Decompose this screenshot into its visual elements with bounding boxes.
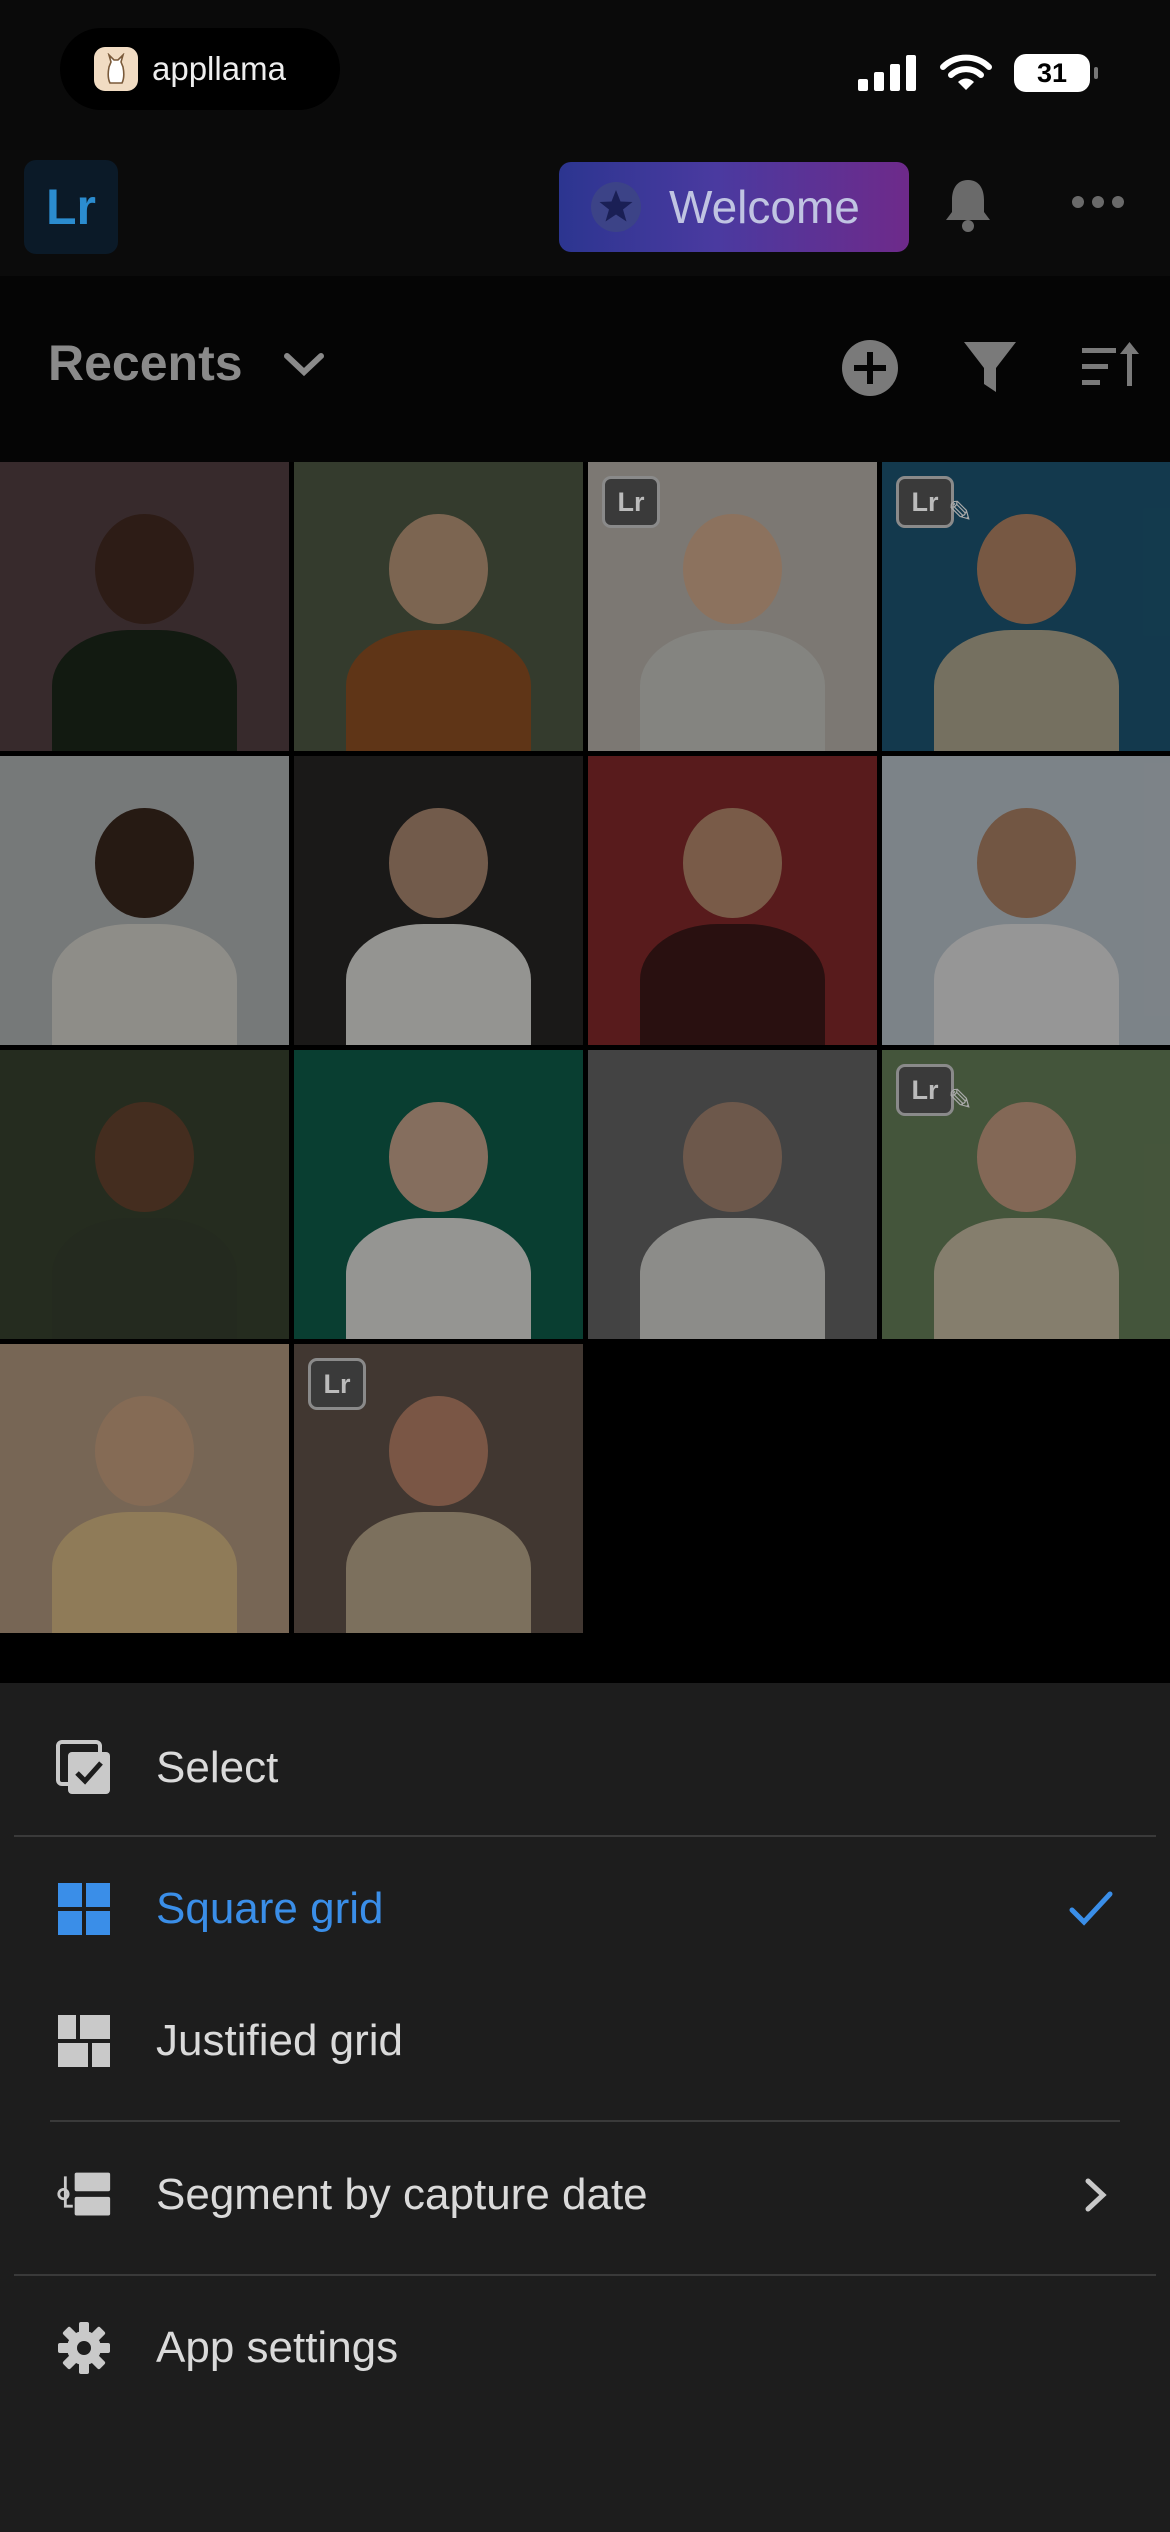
photo-subject-head [95, 514, 194, 624]
view-options-sheet: Select Square grid Justified grid Segmen… [0, 1683, 1170, 2532]
wifi-icon [940, 54, 992, 90]
chevron-down-icon[interactable] [282, 350, 326, 380]
photo-subject-body [346, 1511, 531, 1633]
photo-subject-body [52, 1217, 237, 1339]
photo-subject-body [346, 923, 531, 1045]
photo-subject-body [52, 1511, 237, 1633]
photo-subject-body [346, 629, 531, 751]
menu-item-app-settings[interactable]: App settings [0, 2293, 1170, 2403]
add-photo-icon[interactable] [840, 338, 900, 398]
menu-item-square-grid[interactable]: Square grid [0, 1854, 1170, 1964]
bell-icon[interactable] [940, 174, 996, 234]
photo-subject-head [683, 808, 782, 918]
photo-thumbnail[interactable] [0, 462, 289, 751]
checkmark-icon [1069, 1891, 1113, 1926]
photo-subject-body [346, 1217, 531, 1339]
segment-list-icon [57, 2172, 111, 2216]
llama-logo-icon [94, 47, 138, 91]
segment-label: Segment by capture date [156, 2170, 648, 2219]
divider [14, 2274, 1156, 2276]
photo-subject-head [977, 808, 1076, 918]
photo-grid: Lr Lr Lr Lr [0, 462, 1170, 1633]
select-label: Select [156, 1743, 279, 1792]
more-options-icon[interactable] [1070, 194, 1126, 210]
menu-item-select[interactable]: Select [0, 1713, 1170, 1823]
filter-icon[interactable] [962, 338, 1018, 398]
divider [14, 1835, 1156, 1837]
photo-subject-head [95, 1396, 194, 1506]
photo-subject-head [95, 1102, 194, 1212]
photo-subject-head [95, 808, 194, 918]
lightroom-badge: Lr [602, 476, 660, 528]
photo-subject-body [934, 923, 1119, 1045]
photo-thumbnail[interactable] [294, 1050, 583, 1339]
photo-subject-head [683, 1102, 782, 1212]
welcome-button[interactable]: Welcome [559, 162, 909, 252]
app-header: Lr Welcome [0, 150, 1170, 276]
lightroom-edited-badge: Lr [896, 1064, 973, 1118]
library-toolbar: Recents [0, 276, 1170, 462]
square-grid-label: Square grid [156, 1884, 384, 1933]
photo-thumbnail[interactable] [0, 756, 289, 1045]
photo-subject-body [934, 629, 1119, 751]
photo-subject-head [977, 1102, 1076, 1212]
photo-subject-head [389, 1396, 488, 1506]
photo-subject-head [389, 1102, 488, 1212]
app-settings-label: App settings [156, 2323, 399, 2372]
select-checkbox-icon [56, 1740, 110, 1794]
photo-subject-body [640, 923, 825, 1045]
pill-app-name: appllama [152, 50, 286, 87]
album-title[interactable]: Recents [48, 334, 243, 392]
photo-subject-body [640, 1217, 825, 1339]
app-pill[interactable]: appllama [60, 28, 340, 110]
menu-item-segment-by-capture-date[interactable]: Segment by capture date [0, 2140, 1170, 2250]
photo-subject-head [977, 514, 1076, 624]
chevron-right-icon [1085, 2178, 1107, 2212]
justified-grid-icon [58, 2015, 110, 2067]
photo-subject-body [934, 1217, 1119, 1339]
star-icon [591, 182, 641, 232]
lightroom-edited-badge: Lr [896, 476, 973, 530]
photo-thumbnail[interactable] [882, 756, 1170, 1045]
lightroom-logo[interactable]: Lr [24, 160, 118, 254]
photo-thumbnail[interactable] [294, 756, 583, 1045]
battery-icon: 31 [1014, 54, 1098, 92]
photo-thumbnail[interactable]: Lr [294, 1344, 583, 1633]
photo-subject-head [683, 514, 782, 624]
photo-subject-body [640, 629, 825, 751]
menu-item-justified-grid[interactable]: Justified grid [0, 1986, 1170, 2096]
photo-thumbnail[interactable] [294, 462, 583, 751]
gear-icon [58, 2322, 110, 2374]
photo-thumbnail[interactable] [588, 1050, 877, 1339]
photo-thumbnail[interactable]: Lr [882, 1050, 1170, 1339]
photo-thumbnail[interactable]: Lr [882, 462, 1170, 751]
cellular-signal-icon [858, 55, 916, 91]
photo-thumbnail[interactable] [588, 756, 877, 1045]
photo-thumbnail[interactable]: Lr [588, 462, 877, 751]
divider [50, 2120, 1120, 2122]
photo-subject-head [389, 808, 488, 918]
square-grid-icon [58, 1883, 110, 1935]
justified-grid-label: Justified grid [156, 2016, 404, 2065]
battery-level: 31 [1036, 57, 1068, 88]
photo-subject-body [52, 923, 237, 1045]
photo-subject-body [52, 629, 237, 751]
welcome-label: Welcome [669, 181, 860, 233]
photo-thumbnail[interactable] [0, 1050, 289, 1339]
lightroom-badge: Lr [308, 1358, 366, 1410]
photo-subject-head [389, 514, 488, 624]
photo-thumbnail[interactable] [0, 1344, 289, 1633]
sort-icon[interactable] [1080, 338, 1140, 394]
status-bar: appllama 31 [0, 0, 1170, 150]
